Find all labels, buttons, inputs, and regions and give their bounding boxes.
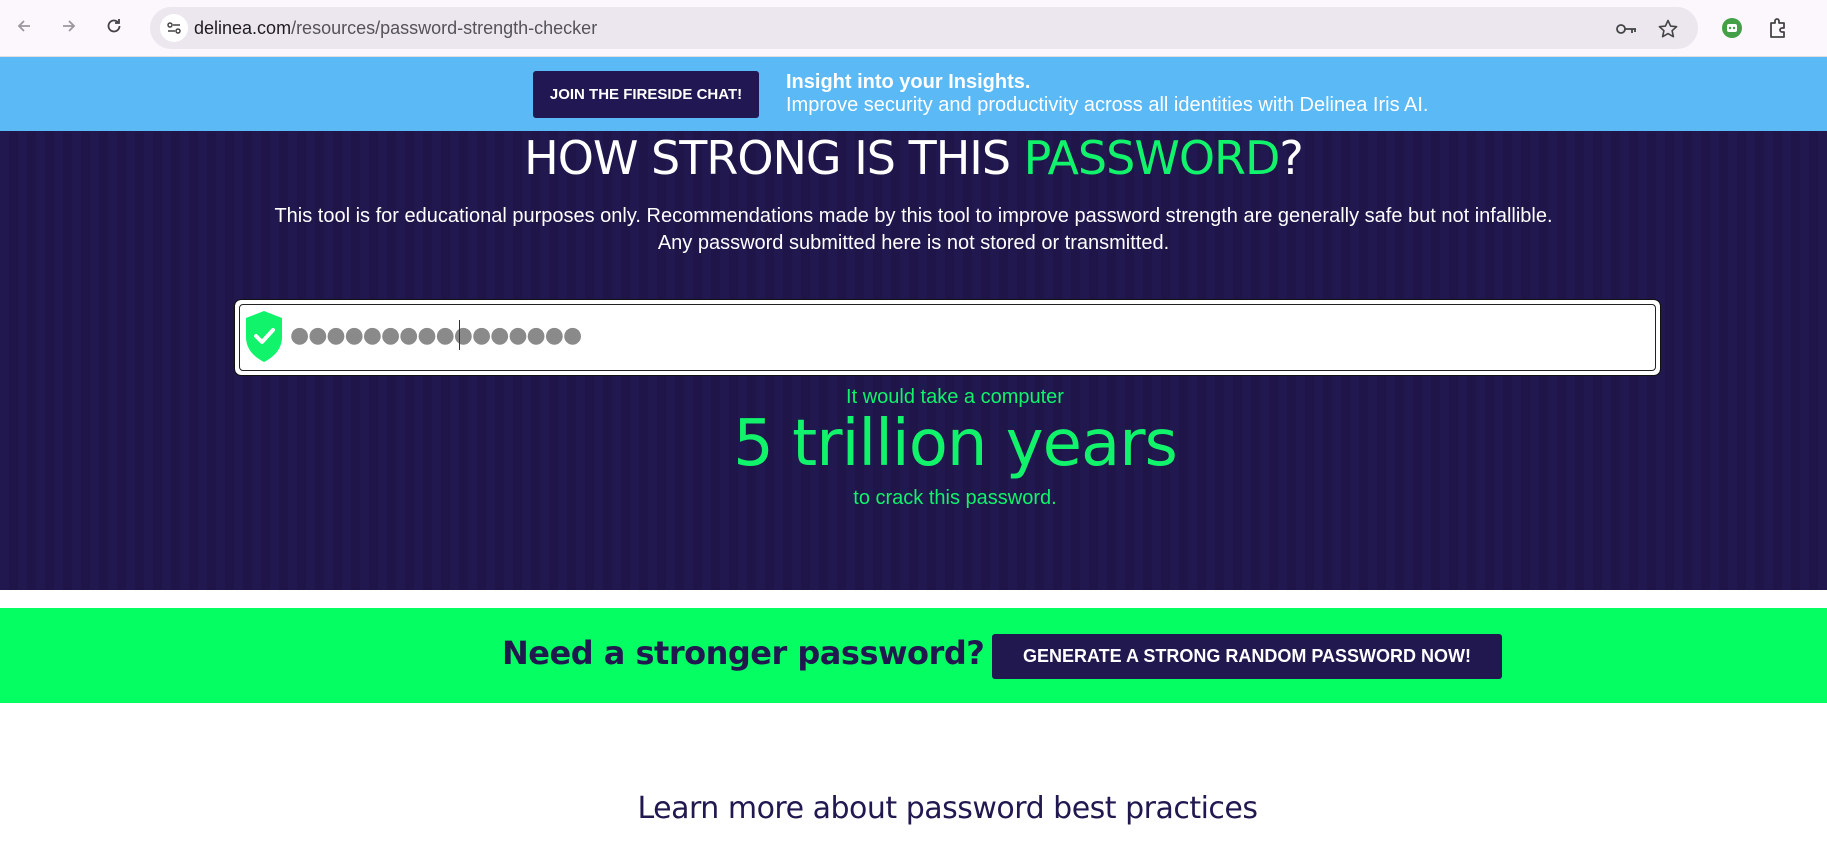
- forward-arrow-icon[interactable]: [55, 12, 83, 40]
- password-masked-value: ●●●●●●●●●●●●●●●●: [290, 323, 582, 348]
- address-bar[interactable]: delinea.com/resources/password-strength-…: [150, 7, 1698, 49]
- stronger-password-cta: Need a stronger password? GENERATE A STR…: [0, 608, 1827, 703]
- password-input[interactable]: ●●●●●●●●●●●●●●●●: [234, 299, 1661, 376]
- profile-icon[interactable]: [1719, 15, 1745, 41]
- back-arrow-icon[interactable]: [10, 12, 38, 40]
- learn-more-heading: Learn more about password best practices: [637, 791, 1258, 826]
- crack-time-suffix: to crack this password.: [853, 487, 1057, 509]
- banner-title: Insight into your Insights.: [786, 71, 1031, 93]
- generate-password-button[interactable]: GENERATE A STRONG RANDOM PASSWORD NOW!: [992, 634, 1502, 679]
- url-path: /resources/password-strength-checker: [291, 18, 598, 38]
- password-checker-hero: HOW STRONG IS THIS PASSWORD? This tool i…: [0, 131, 1827, 590]
- disclaimer-line-2: Any password submitted here is not store…: [657, 232, 1170, 254]
- password-key-icon[interactable]: [1614, 18, 1636, 40]
- text-caret: [459, 320, 460, 350]
- promo-banner: JOIN THE FIRESIDE CHAT! Insight into you…: [0, 57, 1827, 131]
- extensions-icon[interactable]: [1765, 15, 1791, 41]
- disclaimer-line-1: This tool is for educational purposes on…: [274, 205, 1553, 227]
- title-part-2: ?: [1279, 131, 1303, 185]
- browser-toolbar: delinea.com/resources/password-strength-…: [0, 0, 1827, 57]
- crack-time-value: 5 trillion years: [733, 407, 1178, 481]
- star-icon[interactable]: [1657, 18, 1679, 40]
- join-fireside-chat-button[interactable]: JOIN THE FIRESIDE CHAT!: [533, 71, 759, 118]
- reload-icon[interactable]: [100, 12, 128, 40]
- site-info-icon[interactable]: [160, 14, 188, 42]
- page-title: HOW STRONG IS THIS PASSWORD?: [0, 131, 1827, 185]
- url-host: delinea.com: [194, 18, 292, 38]
- crack-time-prefix: It would take a computer: [846, 386, 1064, 408]
- url-text[interactable]: delinea.com/resources/password-strength-…: [194, 18, 597, 39]
- title-accent: PASSWORD: [1023, 131, 1281, 185]
- shield-check-icon: [244, 309, 284, 364]
- title-part-1: HOW STRONG IS THIS: [524, 131, 1024, 185]
- banner-subtitle: Improve security and productivity across…: [786, 94, 1429, 116]
- cta-heading: Need a stronger password?: [502, 634, 985, 672]
